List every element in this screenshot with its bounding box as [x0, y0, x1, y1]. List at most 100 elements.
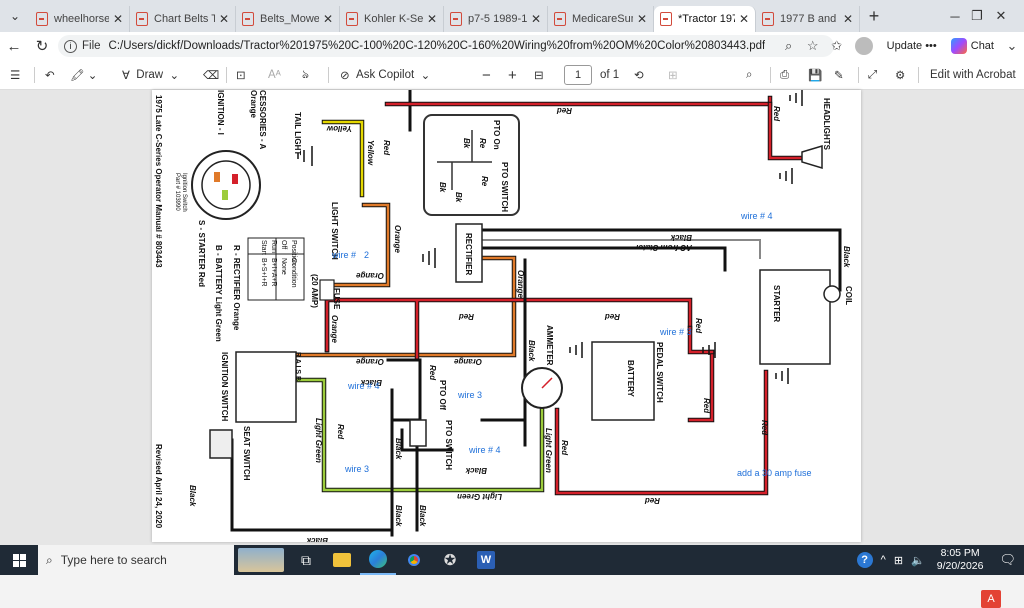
wire-label-red-head: Red: [772, 106, 781, 122]
eraser-icon[interactable]: ⌫: [203, 65, 219, 85]
tab-1[interactable]: Chart Belts Trac✕: [130, 6, 236, 32]
wire-label-orange-h: Orange: [355, 271, 384, 280]
close-icon[interactable]: ✕: [843, 12, 853, 26]
window-close-button[interactable]: ✕: [978, 0, 1024, 32]
close-icon[interactable]: ✕: [739, 12, 749, 26]
rectifier-label: RECTIFIER: [464, 233, 473, 275]
fullscreen-icon[interactable]: ⤢: [868, 65, 877, 85]
wire-label-orange-h3: Orange: [453, 357, 482, 366]
rotate-icon[interactable]: ⟲: [634, 65, 644, 85]
rectifier-r-label: R - RECTIFIER Orange: [232, 245, 241, 331]
read-aloud-icon[interactable]: Aᴬ: [268, 65, 281, 85]
update-button[interactable]: Update •••: [879, 38, 945, 54]
fit-page-icon[interactable]: ⊟: [534, 65, 544, 85]
favorites-icon[interactable]: ✩: [825, 38, 849, 54]
battery-b-label: B - BATTERY Light Green: [214, 245, 223, 342]
favorite-star-icon[interactable]: ☆: [801, 38, 825, 54]
start-button[interactable]: [0, 545, 38, 575]
wire-label-lgreen-v2: Light Green: [544, 428, 553, 473]
chevron-down-icon[interactable]: ⌄: [1000, 38, 1024, 54]
search-highlight-icon[interactable]: [234, 545, 288, 575]
wire-label-red-bot: Red: [644, 496, 660, 505]
chevron-up-icon[interactable]: ^: [881, 554, 886, 566]
edge-icon[interactable]: [360, 545, 396, 575]
close-icon[interactable]: ✕: [113, 12, 123, 26]
wire-label-black-bot: Black: [394, 505, 403, 527]
tab-3[interactable]: Kohler K-Servic✕: [340, 6, 444, 32]
ac-from-stator-label: AC from Stator: [634, 243, 693, 252]
page-total: of 1: [600, 69, 620, 81]
ask-copilot-button[interactable]: ⊘ Ask Copilot ⌄: [340, 65, 430, 85]
wire-label-orange-v2: Orange: [516, 270, 525, 299]
system-tray: ? ^ ⊞ 🔈 8:05 PM 9/20/2026 🗨: [856, 545, 1024, 575]
task-view-icon[interactable]: ⧉: [288, 545, 324, 575]
taskbar: ⌕ Type here to search ⧉ ✪ W ? ^ ⊞ 🔈 8:05 …: [0, 545, 1024, 575]
wire-label-orange-fuse: Orange: [330, 315, 339, 344]
zoom-out-button[interactable]: −: [482, 65, 491, 85]
starter-label: STARTER: [772, 285, 781, 322]
draw-button[interactable]: ∀ Draw ⌄: [122, 65, 179, 85]
tab-4[interactable]: p7-5 1989-199✕: [444, 6, 548, 32]
contents-icon[interactable]: ☰: [10, 65, 20, 85]
info-icon[interactable]: i: [64, 39, 77, 53]
taskbar-search[interactable]: ⌕ Type here to search: [38, 545, 234, 575]
undo-icon[interactable]: ↶: [45, 65, 55, 85]
acrobat-icon[interactable]: A: [981, 590, 1001, 608]
side-title: 1975 Late C-Series Operator Manual # 803…: [154, 95, 163, 268]
text-box-icon[interactable]: ⊡: [236, 65, 246, 85]
address-bar-row: ← ↻ i File C:/Users/dickf/Downloads/Trac…: [0, 32, 1024, 60]
notifications-icon[interactable]: 🗨: [999, 552, 1016, 568]
new-tab-button[interactable]: +: [860, 6, 888, 27]
file-explorer-icon[interactable]: [324, 545, 360, 575]
save-as-icon[interactable]: ✎: [834, 65, 844, 85]
zoom-in-button[interactable]: +: [508, 65, 517, 85]
wire-label-black-pto: Black: [394, 438, 403, 460]
pdf-viewer[interactable]: 1975 Late C-Series Operator Manual # 803…: [0, 88, 1024, 608]
save-icon[interactable]: 💾: [808, 65, 822, 85]
highlight-icon[interactable]: 🖍 ⌄: [70, 65, 97, 85]
close-icon[interactable]: ✕: [323, 12, 333, 26]
close-icon[interactable]: ✕: [531, 12, 541, 26]
tab-6-active[interactable]: *Tractor 1975 C✕: [654, 6, 756, 32]
print-icon[interactable]: ⎙: [780, 65, 789, 85]
zoom-icon[interactable]: ⌕: [777, 38, 801, 54]
tab-2[interactable]: Belts_Mower_s✕: [236, 6, 340, 32]
tab-5[interactable]: MedicareSumm✕: [548, 6, 654, 32]
chat-button[interactable]: Chat: [945, 38, 1000, 54]
help-icon[interactable]: ?: [856, 552, 873, 568]
wire-label-red-pedal: Red: [702, 398, 711, 414]
close-icon[interactable]: ✕: [219, 12, 229, 26]
chrome-icon[interactable]: [396, 545, 432, 575]
pdf-toolbar: ☰ ↶ 🖍 ⌄ ∀ Draw ⌄ ⌫ ⊡ Aᴬ ঌ ⊘ Ask Copilot …: [0, 60, 1024, 90]
search-icon[interactable]: ⌕: [746, 65, 752, 85]
page-view-icon[interactable]: ⊞: [668, 65, 678, 85]
ammeter-label: AMMETER: [545, 325, 554, 366]
fuse-label: FUSE: [332, 288, 341, 310]
word-icon[interactable]: W: [468, 545, 504, 575]
address-bar[interactable]: i File C:/Users/dickf/Downloads/Tractor%…: [58, 35, 834, 57]
ground-symbol: [569, 342, 583, 358]
translate-icon[interactable]: ঌ: [302, 65, 309, 85]
app-icon[interactable]: ✪: [432, 545, 468, 575]
back-button[interactable]: ←: [0, 32, 28, 60]
close-icon[interactable]: ✕: [637, 12, 647, 26]
tab-7[interactable]: 1977 B and C-5✕: [756, 6, 860, 32]
ground-symbol: [422, 248, 436, 268]
ign-partno-label: Part # 103990: [174, 173, 180, 211]
profile-avatar[interactable]: [854, 37, 873, 55]
wire-label-orange-h2: Orange: [355, 357, 384, 366]
edit-with-acrobat-button[interactable]: Edit with Acrobat: [930, 65, 1016, 85]
wire-label-red-mid: Red: [458, 312, 474, 321]
refresh-button[interactable]: ↻: [28, 32, 56, 60]
close-icon[interactable]: ✕: [427, 12, 437, 26]
settings-gear-icon[interactable]: ⚙: [895, 65, 905, 85]
page-number-input[interactable]: 1: [564, 65, 592, 85]
tab-list-dropdown[interactable]: ⌄: [0, 0, 30, 32]
network-icon[interactable]: ⊞: [894, 554, 903, 567]
volume-icon[interactable]: 🔈: [911, 554, 925, 567]
tab-0[interactable]: wheelhorseally✕: [30, 6, 130, 32]
clock[interactable]: 8:05 PM 9/20/2026: [929, 547, 992, 573]
svg-text:R A I S B: R A I S B: [294, 352, 301, 381]
wire-label-orange-v: Orange: [393, 225, 402, 254]
wire-label-lgreen-v: Light Green: [314, 418, 323, 463]
